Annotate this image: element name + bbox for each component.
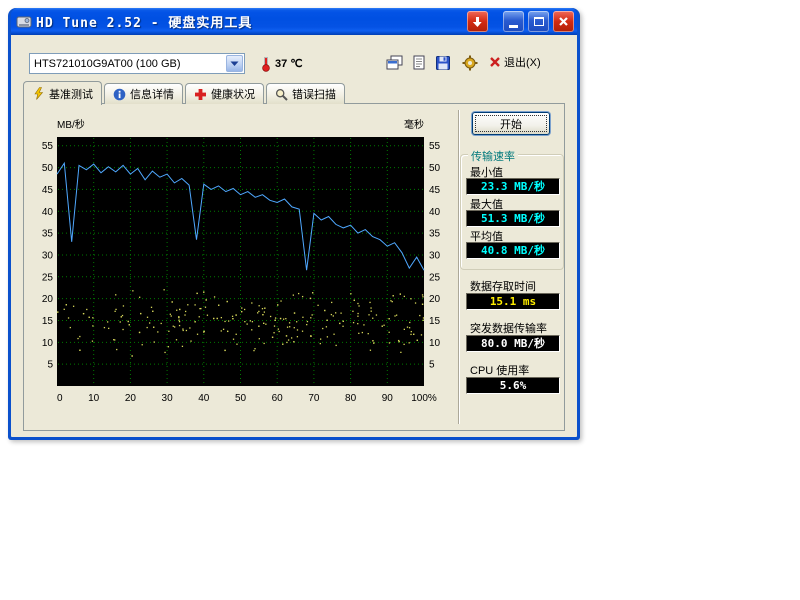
access-time-value: 15.1 ms xyxy=(466,293,560,310)
cpu-usage-label: CPU 使用率 xyxy=(470,362,529,378)
svg-text:45: 45 xyxy=(42,185,54,196)
window-title: HD Tune 2.52 - 硬盘实用工具 xyxy=(36,12,463,31)
info-icon xyxy=(113,88,126,101)
tab-error-scan[interactable]: 错误扫描 xyxy=(266,83,345,104)
chevron-down-icon xyxy=(230,61,239,67)
minimize-icon xyxy=(509,25,518,28)
hdtune-window: HD Tune 2.52 - 硬盘实用工具 HTS721010G9AT00 (1… xyxy=(8,8,580,440)
svg-text:70: 70 xyxy=(308,393,320,404)
minimize-button[interactable] xyxy=(503,11,524,32)
svg-text:40: 40 xyxy=(429,207,441,218)
drive-temperature: 37 ℃ xyxy=(275,57,303,70)
svg-text:55: 55 xyxy=(42,141,54,152)
tab-info-label: 信息详情 xyxy=(130,86,174,102)
close-button[interactable] xyxy=(553,11,574,32)
save-screenshot-button[interactable] xyxy=(431,52,455,74)
svg-text:60: 60 xyxy=(272,393,284,404)
svg-text:30: 30 xyxy=(162,393,174,404)
svg-text:40: 40 xyxy=(198,393,210,404)
burst-rate-label: 突发数据传输率 xyxy=(470,320,547,336)
svg-text:45: 45 xyxy=(429,185,441,196)
svg-text:25: 25 xyxy=(429,272,441,283)
close-icon xyxy=(558,16,569,27)
titlebar[interactable]: HD Tune 2.52 - 硬盘实用工具 xyxy=(11,8,577,35)
update-download-button[interactable] xyxy=(467,11,488,32)
svg-text:35: 35 xyxy=(42,229,54,240)
drive-select[interactable]: HTS721010G9AT00 (100 GB) xyxy=(29,53,245,74)
svg-text:50: 50 xyxy=(429,163,441,174)
save-icon xyxy=(435,55,451,71)
exit-x-icon xyxy=(489,56,501,68)
drive-select-value: HTS721010G9AT00 (100 GB) xyxy=(30,58,225,70)
magnifier-icon xyxy=(275,88,288,101)
maximize-button[interactable] xyxy=(528,11,549,32)
svg-text:30: 30 xyxy=(42,250,54,261)
svg-text:80: 80 xyxy=(345,393,357,404)
svg-text:35: 35 xyxy=(429,229,441,240)
svg-text:5: 5 xyxy=(47,360,53,371)
exit-button[interactable]: 退出(X) xyxy=(489,54,541,70)
svg-text:MB/秒: MB/秒 xyxy=(57,118,85,131)
tab-health-label: 健康状况 xyxy=(211,86,255,102)
gear-icon xyxy=(462,55,478,71)
thermometer-icon xyxy=(261,54,271,76)
svg-text:15: 15 xyxy=(429,316,441,327)
maximize-icon xyxy=(534,17,544,26)
svg-text:20: 20 xyxy=(429,294,441,305)
svg-text:5: 5 xyxy=(429,360,435,371)
avg-value: 40.8 MB/秒 xyxy=(466,242,560,259)
copy-screenshot-icon xyxy=(386,55,404,71)
window-body: HTS721010G9AT00 (100 GB) 37 ℃ 退出(X) xyxy=(11,35,577,437)
max-value: 51.3 MB/秒 xyxy=(466,210,560,227)
copy-info-icon xyxy=(411,55,427,71)
tab-health[interactable]: 健康状况 xyxy=(185,83,264,104)
copy-info-button[interactable] xyxy=(407,52,431,74)
app-icon xyxy=(16,14,32,30)
benchmark-icon xyxy=(32,87,45,100)
svg-text:40: 40 xyxy=(42,207,54,218)
svg-text:10: 10 xyxy=(88,393,100,404)
svg-text:10: 10 xyxy=(42,338,54,349)
svg-text:50: 50 xyxy=(42,163,54,174)
benchmark-chart: 5510101515202025253030353540404545505055… xyxy=(28,106,458,418)
svg-text:毫秒: 毫秒 xyxy=(404,118,424,131)
download-arrow-icon xyxy=(472,16,483,28)
svg-text:30: 30 xyxy=(429,250,441,261)
tab-benchmark-label: 基准测试 xyxy=(49,86,93,102)
tabstrip: 基准测试 信息详情 健康状况 错误扫描 xyxy=(23,81,345,104)
start-button[interactable]: 开始 xyxy=(472,112,550,135)
access-time-label: 数据存取时间 xyxy=(470,278,536,294)
svg-text:0: 0 xyxy=(57,393,63,404)
tab-info[interactable]: 信息详情 xyxy=(104,83,183,104)
svg-text:10: 10 xyxy=(429,338,441,349)
tab-benchmark[interactable]: 基准测试 xyxy=(23,81,102,105)
options-button[interactable] xyxy=(458,52,482,74)
drive-select-arrow[interactable] xyxy=(226,55,243,72)
svg-text:25: 25 xyxy=(42,272,54,283)
svg-text:50: 50 xyxy=(235,393,247,404)
burst-rate-value: 80.0 MB/秒 xyxy=(466,335,560,352)
svg-text:90: 90 xyxy=(382,393,394,404)
benchmark-panel: 5510101515202025253030353540404545505055… xyxy=(23,103,565,431)
tab-error-scan-label: 错误扫描 xyxy=(292,86,336,102)
min-value: 23.3 MB/秒 xyxy=(466,178,560,195)
svg-text:15: 15 xyxy=(42,316,54,327)
svg-text:20: 20 xyxy=(42,294,54,305)
cpu-usage-value: 5.6% xyxy=(466,377,560,394)
transfer-rate-title: 传输速率 xyxy=(468,148,518,164)
exit-label: 退出(X) xyxy=(504,54,541,70)
svg-text:20: 20 xyxy=(125,393,137,404)
svg-text:55: 55 xyxy=(429,141,441,152)
svg-text:100%: 100% xyxy=(411,393,437,404)
health-cross-icon xyxy=(194,88,207,101)
copy-screenshot-button[interactable] xyxy=(383,52,407,74)
